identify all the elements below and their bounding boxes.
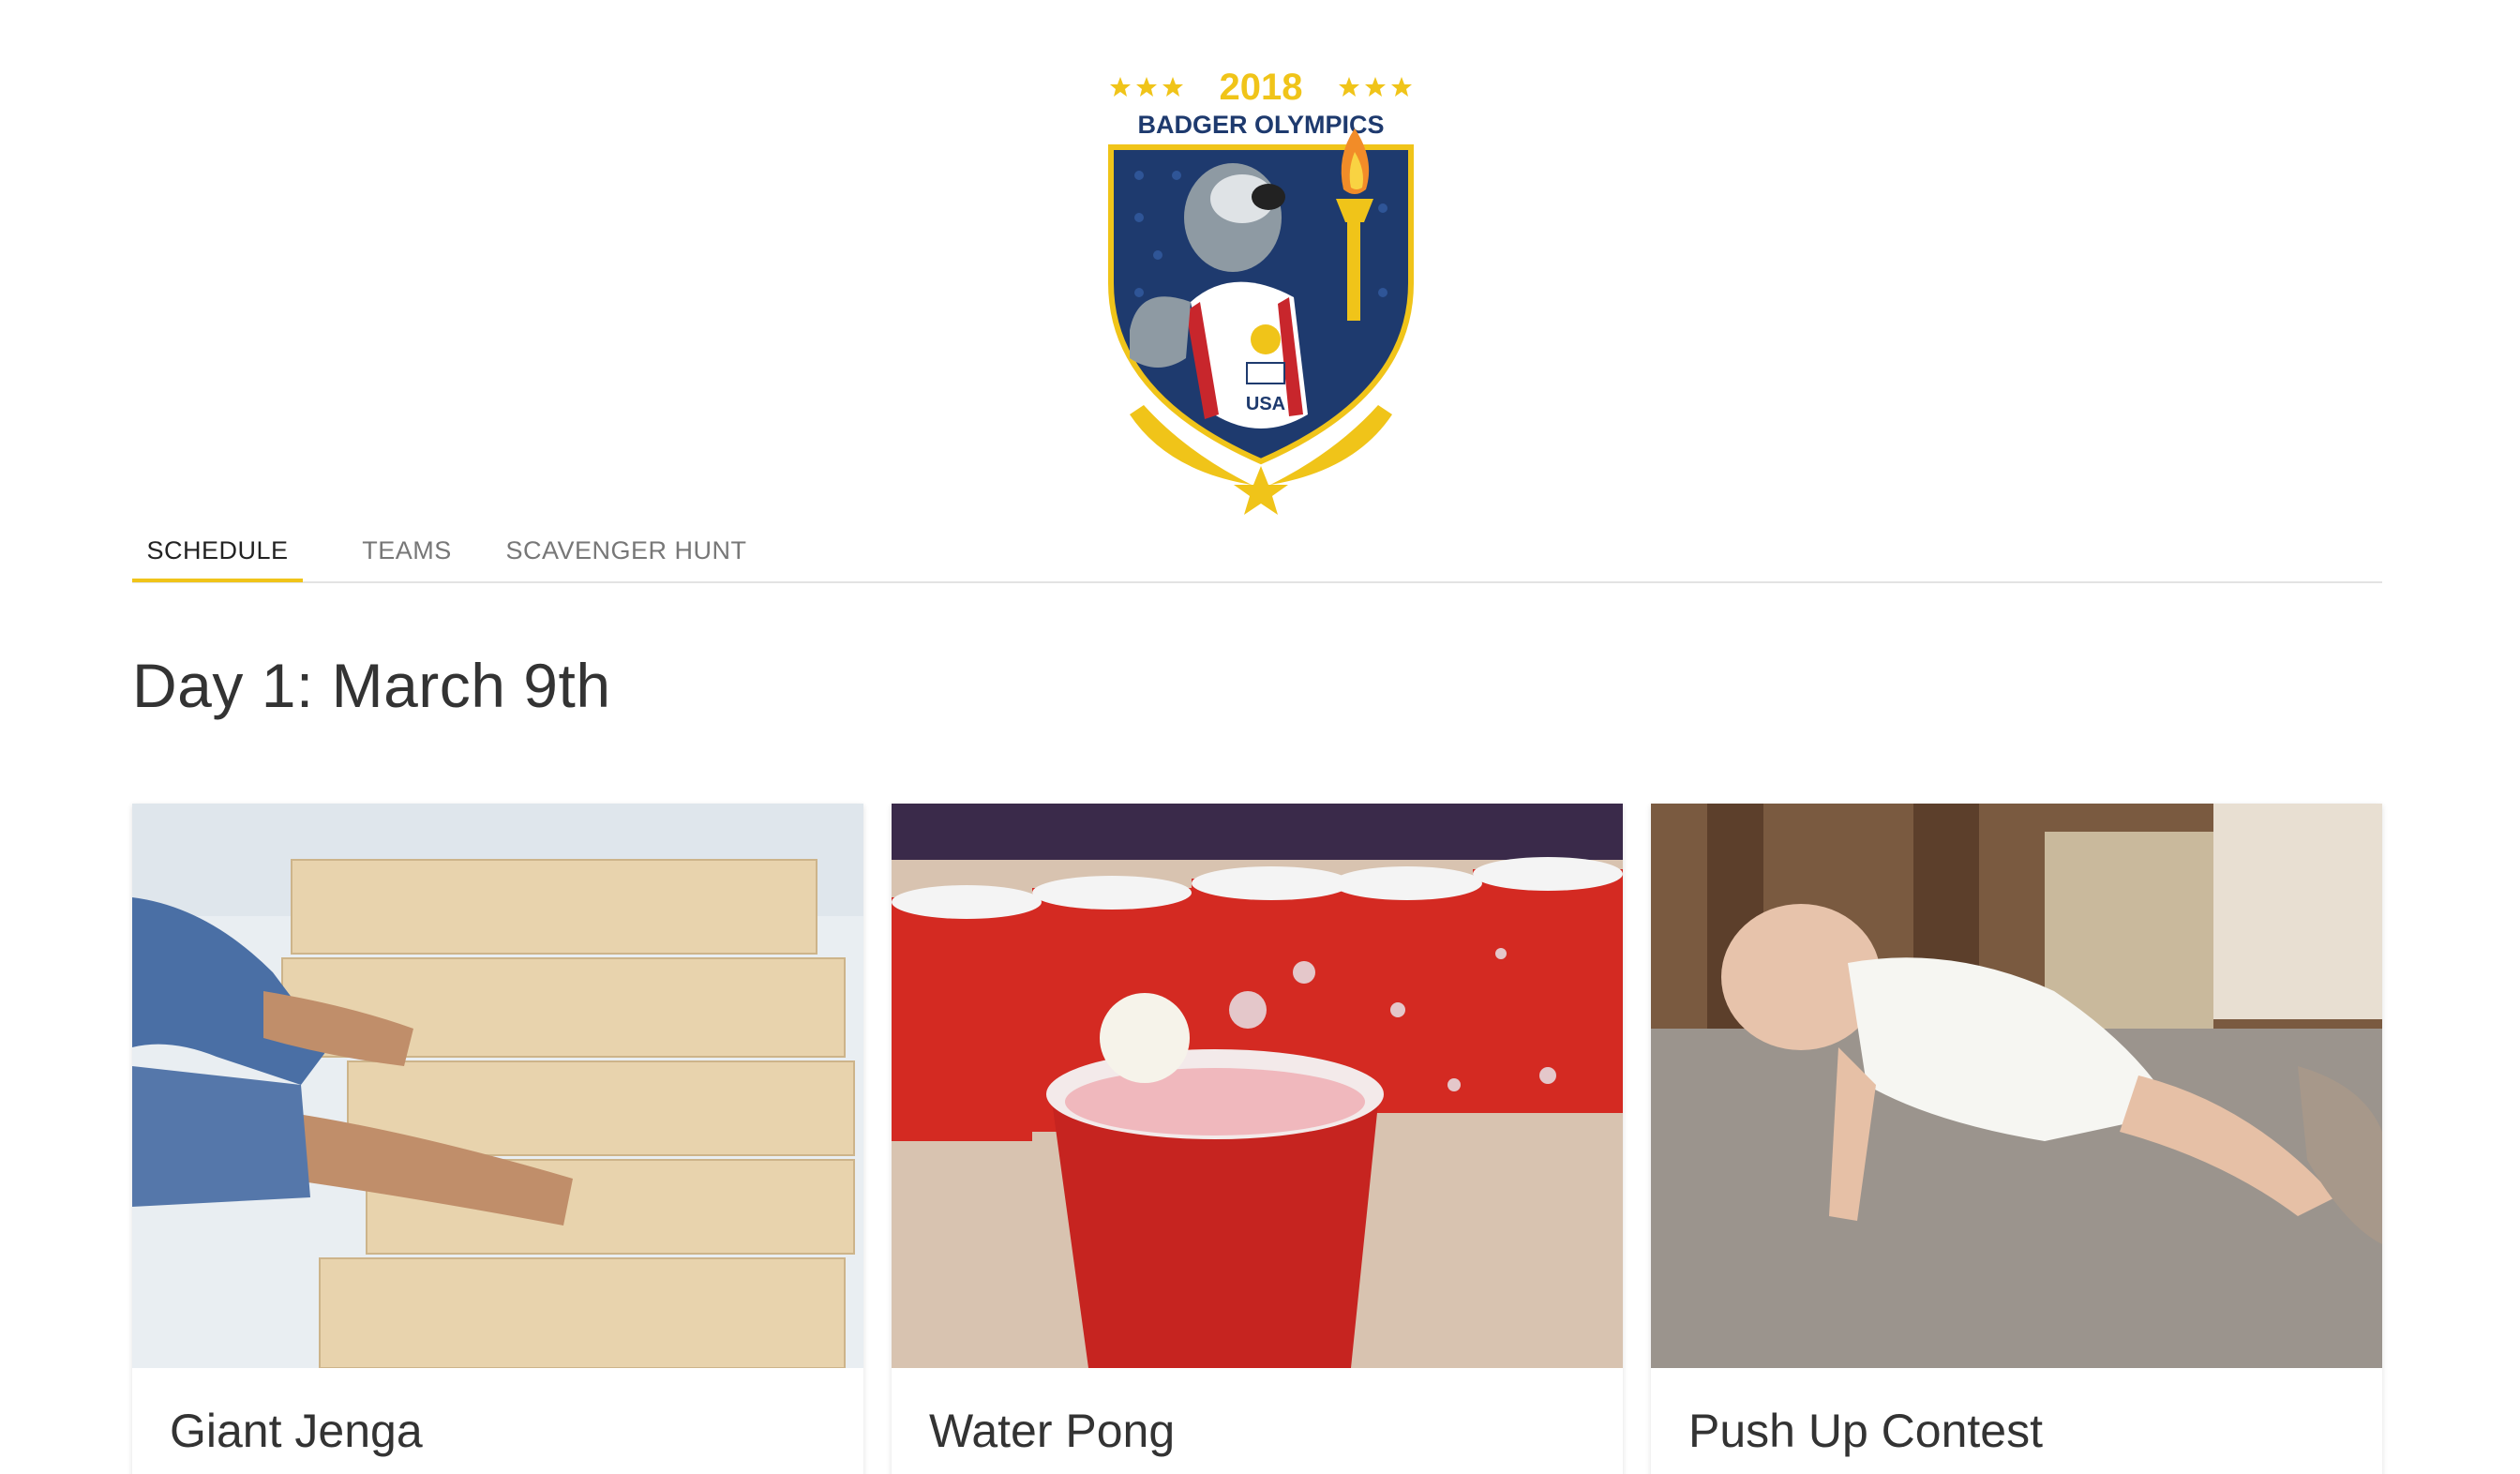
tab-bar: SCHEDULE TEAMS SCAVENGER HUNT xyxy=(132,521,2382,583)
event-card-water-pong[interactable]: Water Pong xyxy=(892,804,1623,1474)
tab-teams-label: TEAMS xyxy=(362,536,452,564)
logo-name: BADGER OLYMPICS xyxy=(1137,111,1384,139)
event-title: Giant Jenga xyxy=(170,1405,423,1457)
event-card-push-up-contest[interactable]: Push Up Contest xyxy=(1651,804,2382,1474)
badger-olympics-logo[interactable]: 2018 BADGER OLYMPICS USA xyxy=(1102,58,1420,518)
giant-jenga-image xyxy=(132,804,863,1368)
water-pong-image xyxy=(892,804,1623,1368)
tab-teams[interactable]: TEAMS xyxy=(355,521,458,579)
push-up-contest-image xyxy=(1651,804,2382,1368)
tab-scavenger-hunt[interactable]: SCAVENGER HUNT xyxy=(504,521,748,579)
day-title: Day 1: March 9th xyxy=(132,651,611,720)
event-title: Water Pong xyxy=(929,1405,1176,1457)
event-title: Push Up Contest xyxy=(1688,1405,2043,1457)
tab-scavenger-hunt-label: SCAVENGER HUNT xyxy=(505,536,747,564)
logo-year: 2018 xyxy=(1220,67,1303,108)
tab-schedule-label: SCHEDULE xyxy=(146,536,289,564)
jersey-text: USA xyxy=(1246,394,1285,414)
event-card-giant-jenga[interactable]: Giant Jenga xyxy=(132,804,863,1474)
active-tab-indicator xyxy=(132,579,303,582)
page: 2018 BADGER OLYMPICS USA SCHEDULE TEAMS … xyxy=(0,0,2520,1474)
event-card-list: Giant Jenga Water Pong Push Up Contest xyxy=(132,804,2382,1474)
tab-schedule[interactable]: SCHEDULE xyxy=(132,521,303,582)
